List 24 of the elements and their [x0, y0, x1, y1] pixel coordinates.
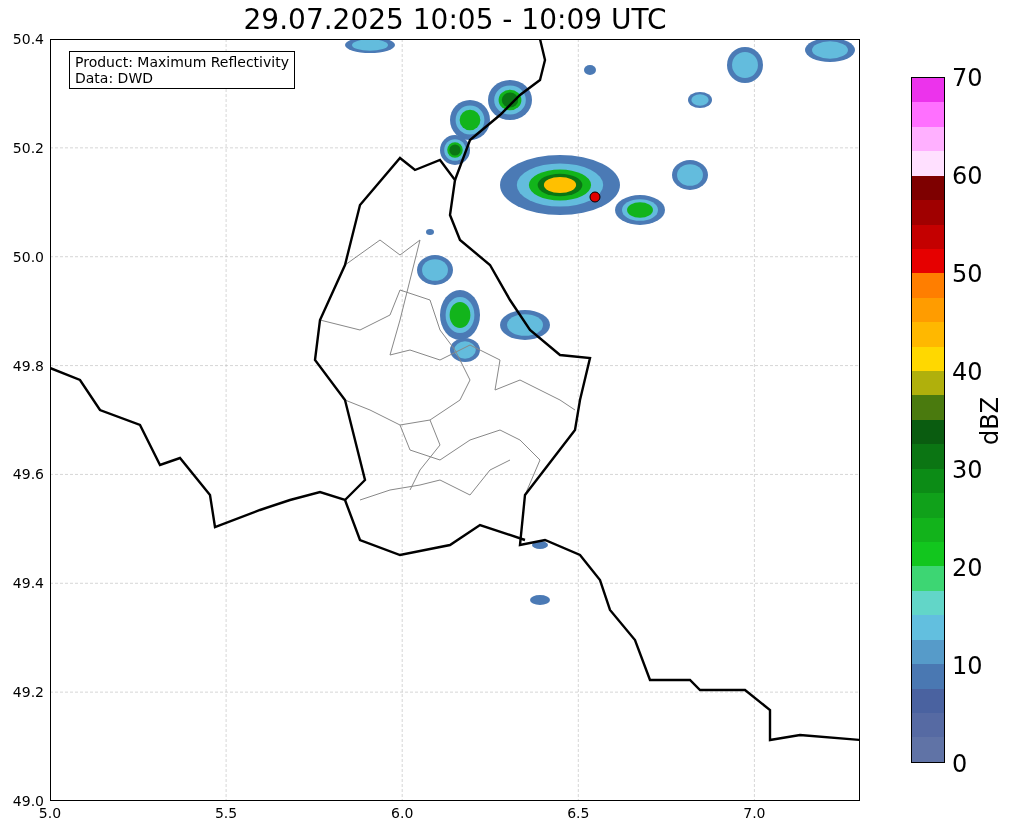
colorbar-tick-label: 30 [952, 456, 983, 484]
y-tick-label: 49.6 [12, 466, 44, 483]
y-tick-label: 50.0 [12, 248, 44, 265]
y-tick-label: 49.8 [12, 357, 44, 374]
y-tick-label: 50.4 [12, 31, 44, 47]
location-marker-icon [589, 191, 601, 203]
colorbar-tick-label: 50 [952, 260, 983, 288]
x-tick-label: 6.0 [391, 805, 414, 821]
y-tick-label: 50.2 [12, 139, 44, 156]
colorbar-tick-label: 0 [952, 750, 968, 778]
colorbar-tick-label: 40 [952, 358, 983, 386]
x-tick-label: 6.5 [567, 805, 590, 821]
x-tick-label: 7.0 [743, 805, 766, 821]
info-text: Data: DWD [75, 70, 154, 86]
x-tick-label: 5.5 [214, 805, 238, 821]
info-text: Product: Maximum Reflectivity [75, 54, 289, 70]
y-tick-label: 49.4 [12, 575, 44, 592]
colorbar-tick-label: 10 [952, 652, 983, 680]
colorbar-tick-label: 70 [952, 64, 983, 92]
chart-title: 29.07.2025 10:05 - 10:09 UTC [242, 2, 668, 38]
colorbar-tick-label: 60 [952, 162, 983, 190]
colorbar-tick-label: 20 [952, 554, 983, 582]
colorbar-label: dBZ [976, 396, 1004, 446]
y-tick-label: 49.2 [12, 684, 44, 701]
